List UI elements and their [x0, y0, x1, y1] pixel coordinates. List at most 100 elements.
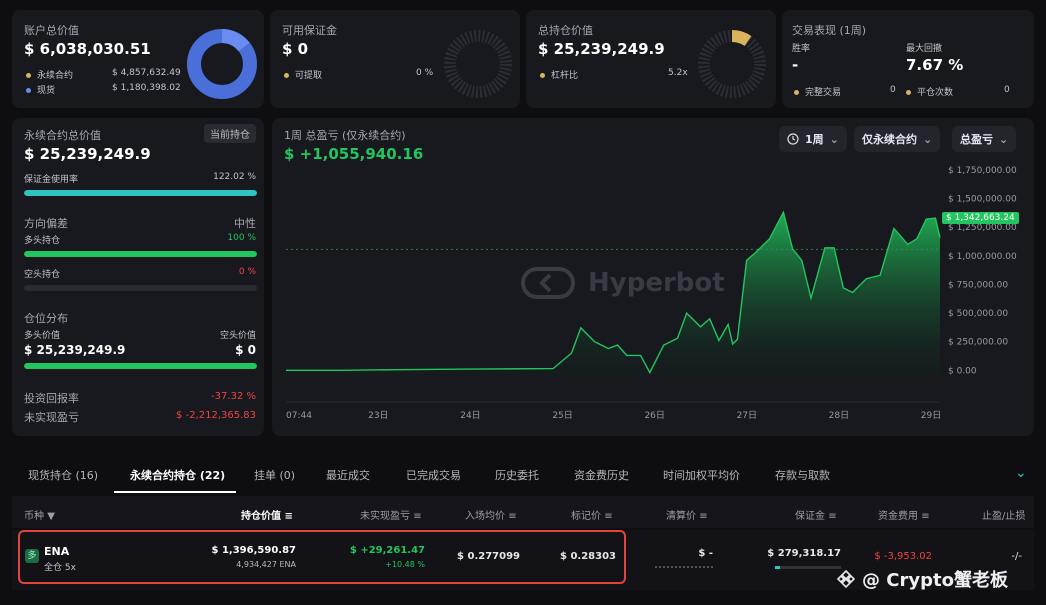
account-perp-label: 永续合约: [26, 68, 73, 81]
x-tick-label: 29日: [921, 410, 941, 421]
short-label: 空头持仓: [24, 270, 61, 280]
margin-bar: [775, 566, 841, 569]
margin-withdraw-label: 可提取: [284, 68, 322, 81]
upnl-amount: $ +29,261.47: [349, 545, 425, 556]
long-label: 多头持仓: [24, 236, 61, 246]
account-title: 账户总价值: [24, 24, 79, 37]
tab-3[interactable]: 最近成交: [326, 467, 370, 483]
account-card: 账户总价值 $ 6,038,030.51 永续合约 $ 4,857,632.49…: [12, 10, 264, 108]
long-value-label: 多头价值: [24, 331, 61, 341]
account-spot-label: 现货: [26, 83, 55, 96]
tab-0[interactable]: 现货持仓 (16): [28, 467, 98, 483]
margin-title: 可用保证金: [282, 24, 337, 37]
account-perp-value: $ 4,857,632.49: [112, 68, 181, 78]
account-spot-value: $ 1,180,398.02: [112, 83, 181, 93]
y-tick-label: $ 0.00: [948, 366, 977, 376]
performance-card: 交易表现 (1周) 胜率 - 最大回撤 7.67 % 完整交易 0 平仓次数 0: [782, 10, 1034, 108]
coin-icon: 多: [25, 549, 39, 563]
distribution-label: 仓位分布: [24, 312, 68, 325]
long-value-amount: $ 25,239,249.9: [24, 343, 126, 357]
header-liq[interactable]: 清算价 ≡: [666, 507, 708, 522]
margin-amount: $ 279,318.17: [767, 548, 841, 559]
x-tick-label: 28日: [829, 410, 849, 421]
positions-donut: [698, 29, 766, 98]
header-coin[interactable]: 币种 ▼: [24, 507, 55, 522]
header-mark[interactable]: 标记价 ≡: [571, 507, 613, 522]
position-size: 4,934,427 ENA: [236, 560, 296, 569]
long-bar: [24, 251, 257, 257]
margin-usage-bar: [24, 190, 257, 196]
pnl-area: [286, 212, 940, 376]
perp-card: 永续合约总价值 当前持仓 $ 25,239,249.9 保证金使用率 122.0…: [12, 118, 264, 436]
account-donut: [187, 29, 257, 99]
y-tick-label: $ 1,250,000.00: [948, 223, 1017, 233]
positions-leverage-label: 杠杆比: [540, 68, 578, 81]
header-position-value[interactable]: 持仓价值 ≡: [241, 507, 293, 522]
current-value-tag: $ 1,342,663.24: [942, 212, 1019, 224]
header-funding[interactable]: 资金费用 ≡: [878, 507, 930, 522]
coin-name[interactable]: ENA: [44, 545, 69, 558]
tab-1[interactable]: 永续合约持仓 (22): [130, 467, 225, 483]
roi-label: 投资回报率: [24, 392, 79, 405]
account-value: $ 6,038,030.51: [24, 40, 151, 58]
liq-price: $ -: [698, 548, 713, 559]
perp-value: $ 25,239,249.9: [24, 145, 151, 163]
perp-title: 永续合约总价值: [24, 129, 101, 142]
sort-icon: ≡: [413, 511, 422, 522]
margin-usage-label: 保证金使用率: [24, 175, 79, 185]
tab-4[interactable]: 已完成交易: [406, 467, 461, 483]
short-value-label: 空头价值: [219, 331, 256, 341]
x-tick-label: 27日: [737, 410, 757, 421]
header-upnl[interactable]: 未实现盈亏 ≡: [360, 507, 422, 522]
tab-8[interactable]: 存款与取款: [775, 467, 830, 483]
short-value-amount: $ 0: [235, 343, 256, 357]
distribution-bar: [24, 363, 257, 369]
mark-price: $ 0.28303: [560, 551, 616, 562]
sort-icon: ≡: [699, 511, 708, 522]
collapse-chevron-icon[interactable]: ⌄: [1015, 465, 1027, 481]
x-tick-label: 25日: [552, 410, 572, 421]
tab-active-underline: [114, 491, 236, 493]
short-bar: [24, 285, 257, 291]
current-positions-badge[interactable]: 当前持仓: [204, 124, 256, 143]
header-tpsl[interactable]: 止盈/止损: [982, 507, 1025, 522]
y-tick-label: $ 750,000.00: [948, 280, 1008, 290]
performance-title: 交易表现 (1周): [792, 24, 867, 37]
y-tick-label: $ 1,000,000.00: [948, 252, 1017, 262]
liq-bar: [655, 566, 713, 568]
x-tick-label: 24日: [460, 410, 480, 421]
upnl-percent: +10.48 %: [385, 560, 425, 569]
pnl-card: 1周 总盈亏 (仅永续合约) $ +1,055,940.16 1周 ⌄ 仅永续合…: [272, 118, 1034, 436]
y-tick-label: $ 500,000.00: [948, 309, 1008, 319]
sort-icon: ≡: [284, 511, 293, 522]
positions-value: $ 25,239,249.9: [538, 40, 665, 58]
sort-icon: ≡: [921, 511, 930, 522]
positions-card: 总持仓价值 $ 25,239,249.9 杠杆比 5.2x: [526, 10, 776, 108]
bias-value: 中性: [234, 217, 256, 230]
header-entry[interactable]: 入场均价 ≡: [465, 507, 517, 522]
roi-value: -37.32 %: [211, 391, 256, 402]
filter-icon[interactable]: ▼: [47, 511, 55, 522]
x-tick-label: 23日: [368, 410, 388, 421]
drawdown-value: 7.67 %: [906, 56, 964, 74]
upnl-value: $ -2,212,365.83: [176, 410, 256, 421]
sort-icon: ≡: [828, 511, 837, 522]
closes-label: 平仓次数: [906, 85, 953, 98]
tab-7[interactable]: 时间加权平均价: [663, 467, 740, 483]
binance-logo-icon: [836, 569, 856, 589]
x-tick-label: 07:44: [286, 411, 312, 421]
footer-watermark: @ Cryptо蟹老板: [836, 566, 1008, 592]
header-margin[interactable]: 保证金 ≡: [795, 507, 837, 522]
tab-5[interactable]: 历史委托: [495, 467, 539, 483]
tab-6[interactable]: 资金费历史: [574, 467, 629, 483]
margin-value: $ 0: [282, 40, 309, 58]
pnl-chart: $ 1,750,000.00 $ 1,500,000.00 $ 1,250,000.…: [286, 166, 1017, 421]
tab-2[interactable]: 挂单 (0): [254, 467, 295, 483]
completed-trades-label: 完整交易: [794, 85, 841, 98]
win-rate-label: 胜率: [792, 44, 811, 54]
closes-value: 0: [1004, 85, 1010, 95]
positions-title: 总持仓价值: [538, 24, 593, 37]
tpsl-value: -/-: [1011, 551, 1022, 562]
sort-icon: ≡: [508, 511, 517, 522]
margin-card: 可用保证金 $ 0 可提取 0 %: [270, 10, 520, 108]
